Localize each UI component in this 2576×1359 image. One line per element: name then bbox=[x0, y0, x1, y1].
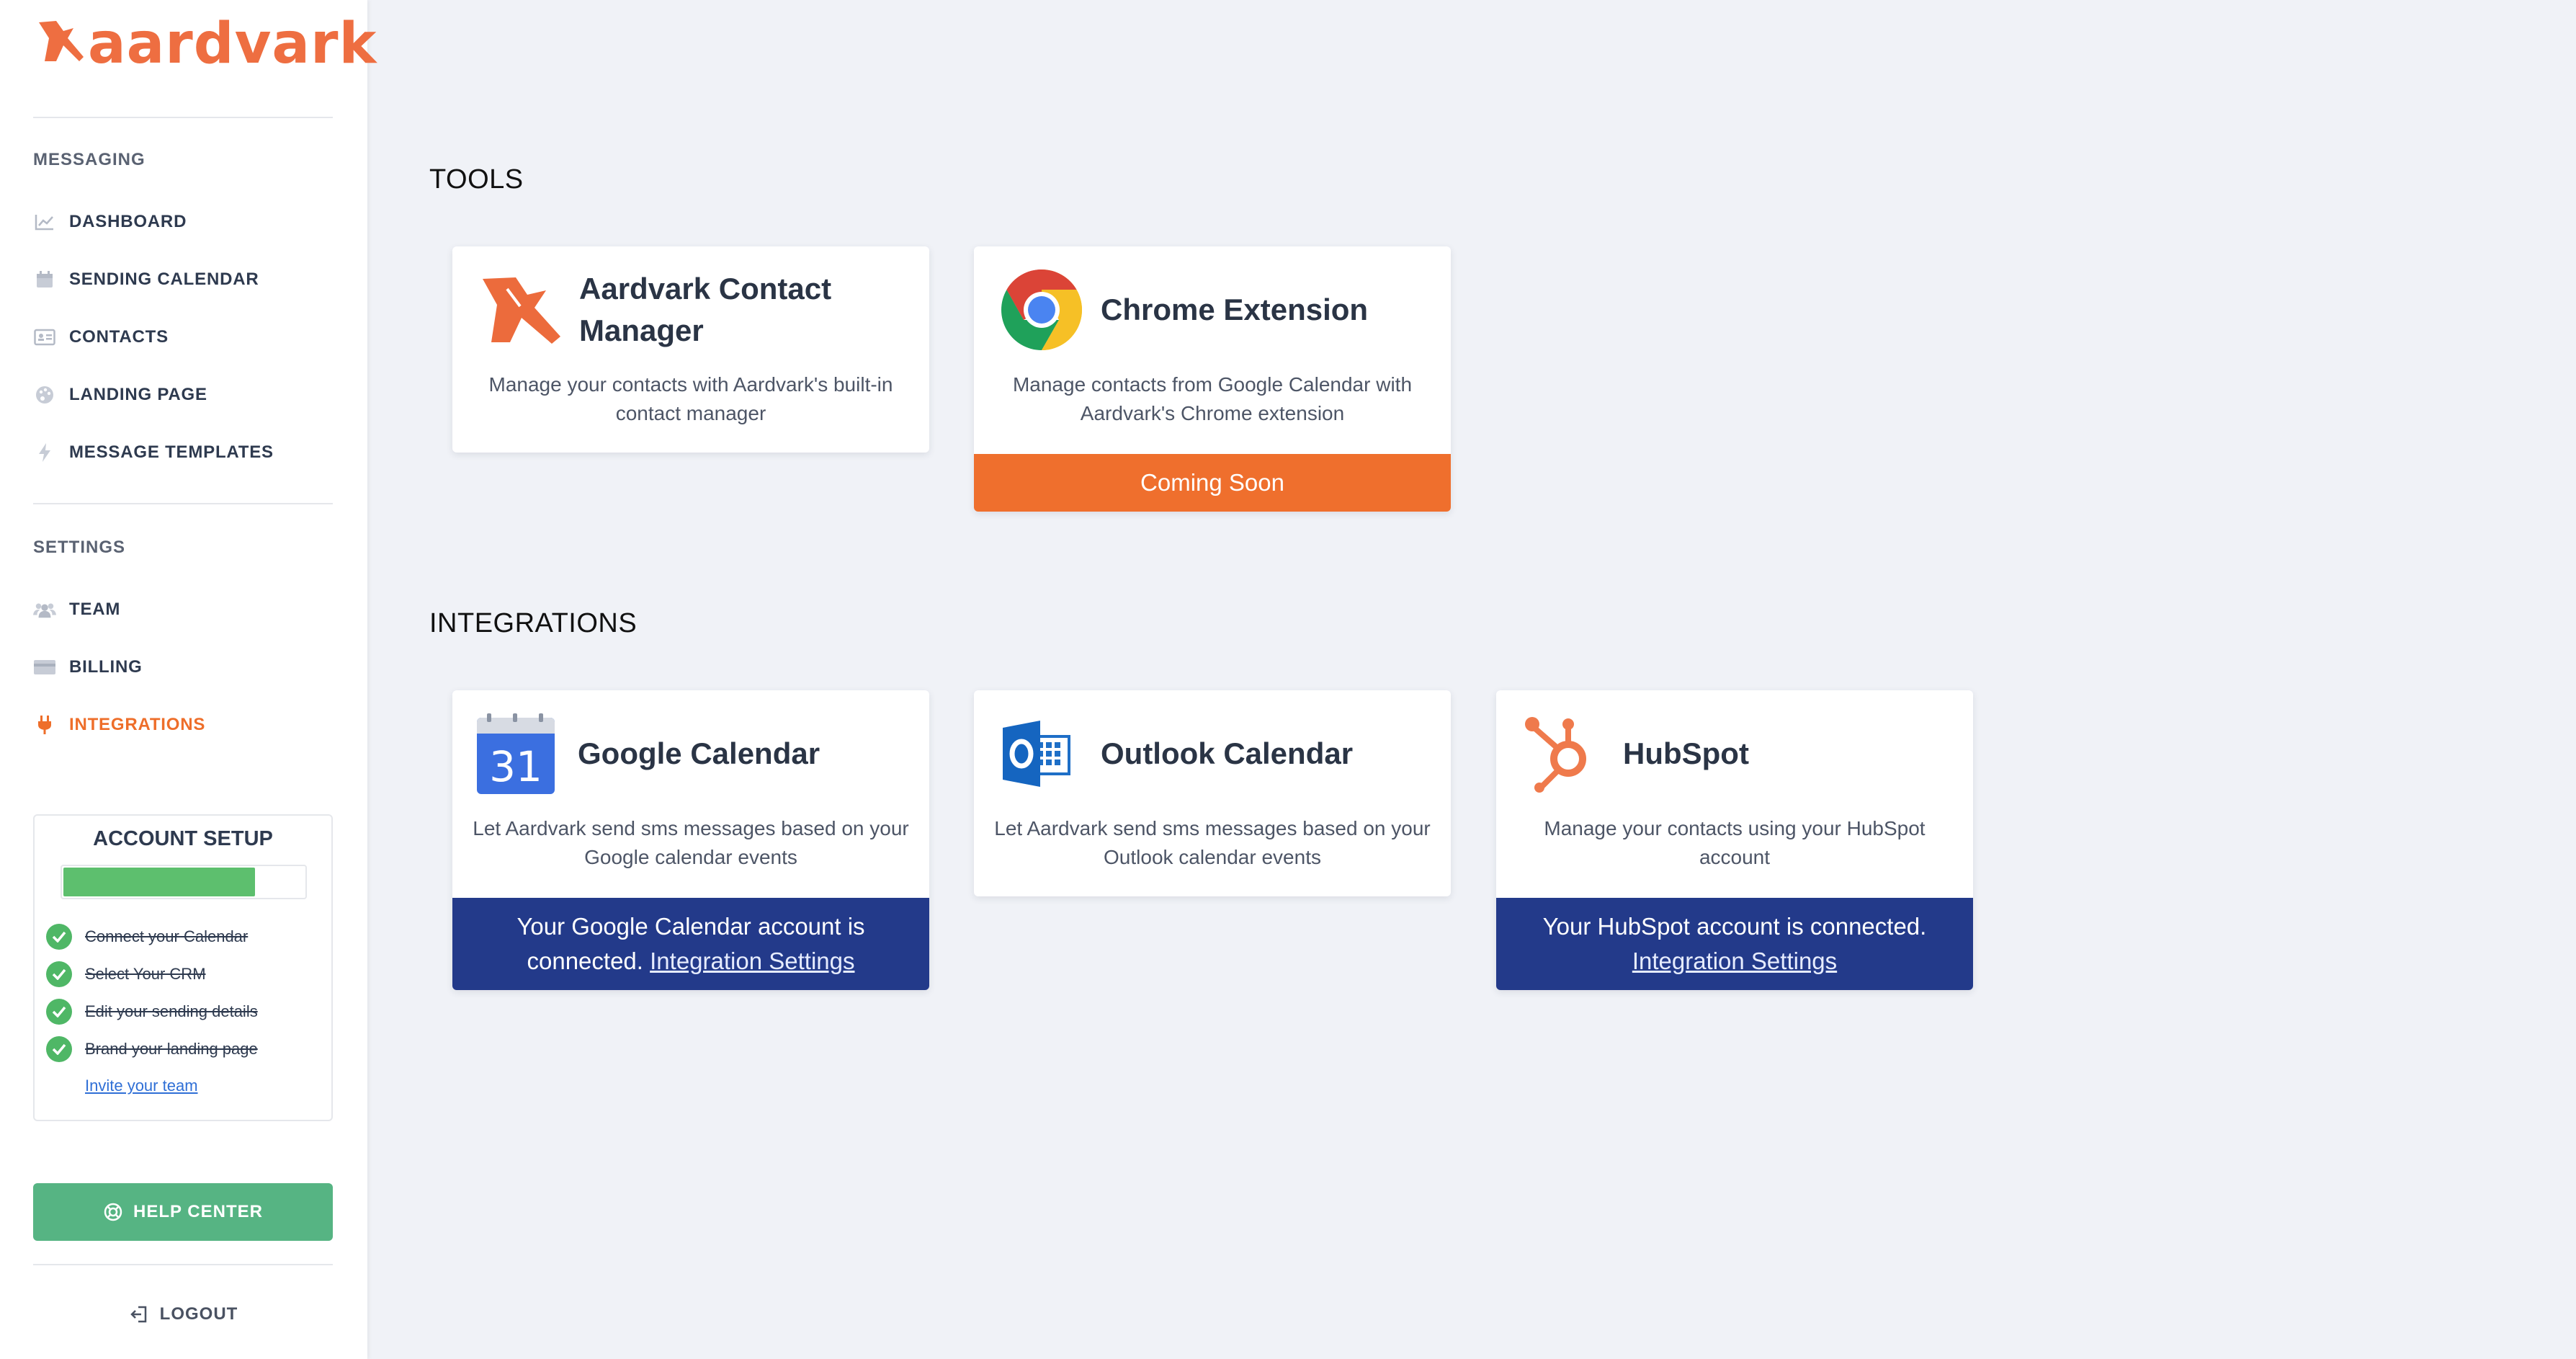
coming-soon-banner[interactable]: Coming Soon bbox=[974, 454, 1451, 512]
plug-icon bbox=[33, 713, 56, 736]
card-title: Aardvark Contact Manager bbox=[579, 272, 832, 347]
logout-label: LOGOUT bbox=[159, 1304, 238, 1324]
nav-landing-page-label: LANDING PAGE bbox=[69, 385, 207, 404]
connection-status-banner: Your Google Calendar account is connecte… bbox=[452, 898, 929, 990]
nav-team-label: TEAM bbox=[69, 600, 121, 619]
nav-message-templates-label: MESSAGE TEMPLATES bbox=[69, 442, 274, 462]
integration-settings-link[interactable]: Integration Settings bbox=[650, 948, 854, 974]
nav-billing[interactable]: BILLING bbox=[33, 653, 143, 682]
connection-status: Your Google Calendar account is connecte… bbox=[467, 909, 915, 979]
nav-billing-label: BILLING bbox=[69, 657, 143, 677]
card-title: Outlook Calendar bbox=[1101, 736, 1354, 770]
card-header: Aardvark Contact Manager bbox=[477, 267, 912, 353]
nav-integrations-label: INTEGRATIONS bbox=[69, 715, 206, 734]
chart-line-icon bbox=[33, 210, 56, 233]
check-circle-icon bbox=[46, 1036, 72, 1062]
connection-status-text: Your HubSpot account is connected. bbox=[1542, 913, 1927, 940]
setup-step-label: Connect your Calendar bbox=[85, 927, 249, 945]
card-title: Google Calendar bbox=[578, 736, 820, 770]
card-description: Let Aardvark send sms messages based on … bbox=[994, 817, 1431, 868]
card-description: Manage your contacts using your HubSpot … bbox=[1544, 817, 1926, 868]
google-calendar-icon: 31 bbox=[475, 710, 556, 797]
card-header: HubSpot bbox=[1522, 710, 1956, 797]
tools-heading: TOOLS bbox=[429, 164, 524, 195]
setup-step-label: Edit your sending details bbox=[85, 1002, 258, 1020]
nav-contacts-label: CONTACTS bbox=[69, 327, 169, 347]
connection-status: Your HubSpot account is connected. Integ… bbox=[1543, 909, 1927, 979]
integration-card-hubspot[interactable]: HubSpot Manage your contacts using your … bbox=[1496, 690, 1973, 990]
setup-step: Brand your landing page bbox=[46, 1036, 258, 1062]
integration-card-outlook-calendar[interactable]: Outlook Calendar Let Aardvark send sms m… bbox=[974, 690, 1451, 896]
nav-team[interactable]: TEAM bbox=[33, 595, 120, 624]
settings-section-title: SETTINGS bbox=[33, 538, 126, 557]
logout-button[interactable]: LOGOUT bbox=[0, 1304, 367, 1324]
id-card-icon bbox=[33, 326, 56, 349]
nav-dashboard[interactable]: DASHBOARD bbox=[33, 208, 187, 236]
tool-card-chrome-extension[interactable]: Chrome Extension Manage contacts from Go… bbox=[974, 246, 1451, 512]
integration-settings-link[interactable]: Integration Settings bbox=[1632, 948, 1837, 974]
setup-step-label: Select Your CRM bbox=[85, 965, 206, 983]
palette-icon bbox=[33, 383, 56, 406]
check-circle-icon bbox=[46, 961, 72, 987]
nav-dashboard-label: DASHBOARD bbox=[69, 212, 187, 231]
sidebar-divider bbox=[33, 1264, 333, 1265]
brand-name: aardvark bbox=[88, 12, 377, 76]
sign-out-icon bbox=[130, 1305, 148, 1324]
setup-step: Select Your CRM bbox=[46, 961, 206, 987]
check-circle-icon bbox=[46, 999, 72, 1025]
bolt-icon bbox=[33, 441, 56, 464]
messaging-section-title: MESSAGING bbox=[33, 150, 146, 169]
setup-step: Connect your Calendar bbox=[46, 924, 248, 950]
nav-message-templates[interactable]: MESSAGE TEMPLATES bbox=[33, 438, 274, 467]
outlook-icon bbox=[998, 710, 1073, 797]
help-center-label: HELP CENTER bbox=[133, 1202, 263, 1221]
help-center-button[interactable]: HELP CENTER bbox=[33, 1183, 333, 1241]
nav-contacts[interactable]: CONTACTS bbox=[33, 323, 169, 352]
aardvark-logo-icon bbox=[39, 21, 84, 61]
chrome-icon bbox=[998, 267, 1085, 353]
progress-fill bbox=[63, 868, 256, 896]
credit-card-icon bbox=[33, 656, 56, 679]
integrations-heading: INTEGRATIONS bbox=[429, 608, 638, 638]
brand-logo[interactable]: aardvark bbox=[35, 16, 377, 72]
account-setup-title: ACCOUNT SETUP bbox=[93, 827, 273, 850]
nav-sending-calendar[interactable]: SENDING CALENDAR bbox=[33, 265, 259, 294]
hubspot-icon bbox=[1522, 710, 1597, 797]
sidebar-divider bbox=[33, 117, 333, 118]
card-header: Chrome Extension bbox=[998, 267, 1434, 353]
card-description: Let Aardvark send sms messages based on … bbox=[473, 817, 909, 868]
account-setup-panel: ACCOUNT SETUP Connect your Calendar Sele… bbox=[33, 814, 333, 1121]
card-header: Outlook Calendar bbox=[998, 710, 1434, 797]
card-title: HubSpot bbox=[1623, 736, 1749, 770]
card-header: 31 Google Calendar bbox=[475, 710, 912, 797]
nav-landing-page[interactable]: LANDING PAGE bbox=[33, 380, 207, 409]
tool-card-aardvark-contact-manager[interactable]: Aardvark Contact Manager Manage your con… bbox=[452, 246, 929, 453]
users-icon bbox=[33, 598, 56, 621]
nav-integrations[interactable]: INTEGRATIONS bbox=[33, 710, 205, 739]
invite-team-link[interactable]: Invite your team bbox=[85, 1077, 198, 1095]
sidebar-divider bbox=[33, 503, 333, 504]
nav-sending-calendar-label: SENDING CALENDAR bbox=[69, 269, 259, 289]
aardvark-logo-icon bbox=[477, 267, 563, 353]
calendar-day: 31 bbox=[489, 742, 542, 791]
integration-card-google-calendar[interactable]: 31 Google Calendar Let Aardvark send sms… bbox=[452, 690, 929, 990]
calendar-icon bbox=[33, 268, 56, 291]
sidebar: aardvark MESSAGING DASHBOARD SENDING CAL… bbox=[0, 0, 376, 1359]
card-description: Manage your contacts with Aardvark's bui… bbox=[488, 373, 893, 424]
setup-step-label: Brand your landing page bbox=[85, 1040, 258, 1058]
lifebuoy-icon bbox=[103, 1202, 123, 1222]
card-description: Manage contacts from Google Calendar wit… bbox=[1012, 373, 1413, 424]
setup-step: Edit your sending details bbox=[46, 999, 258, 1025]
card-title: Chrome Extension bbox=[1101, 293, 1369, 326]
account-setup-progress bbox=[61, 865, 307, 899]
connection-status-banner: Your HubSpot account is connected. Integ… bbox=[1496, 898, 1973, 990]
check-circle-icon bbox=[46, 924, 72, 950]
